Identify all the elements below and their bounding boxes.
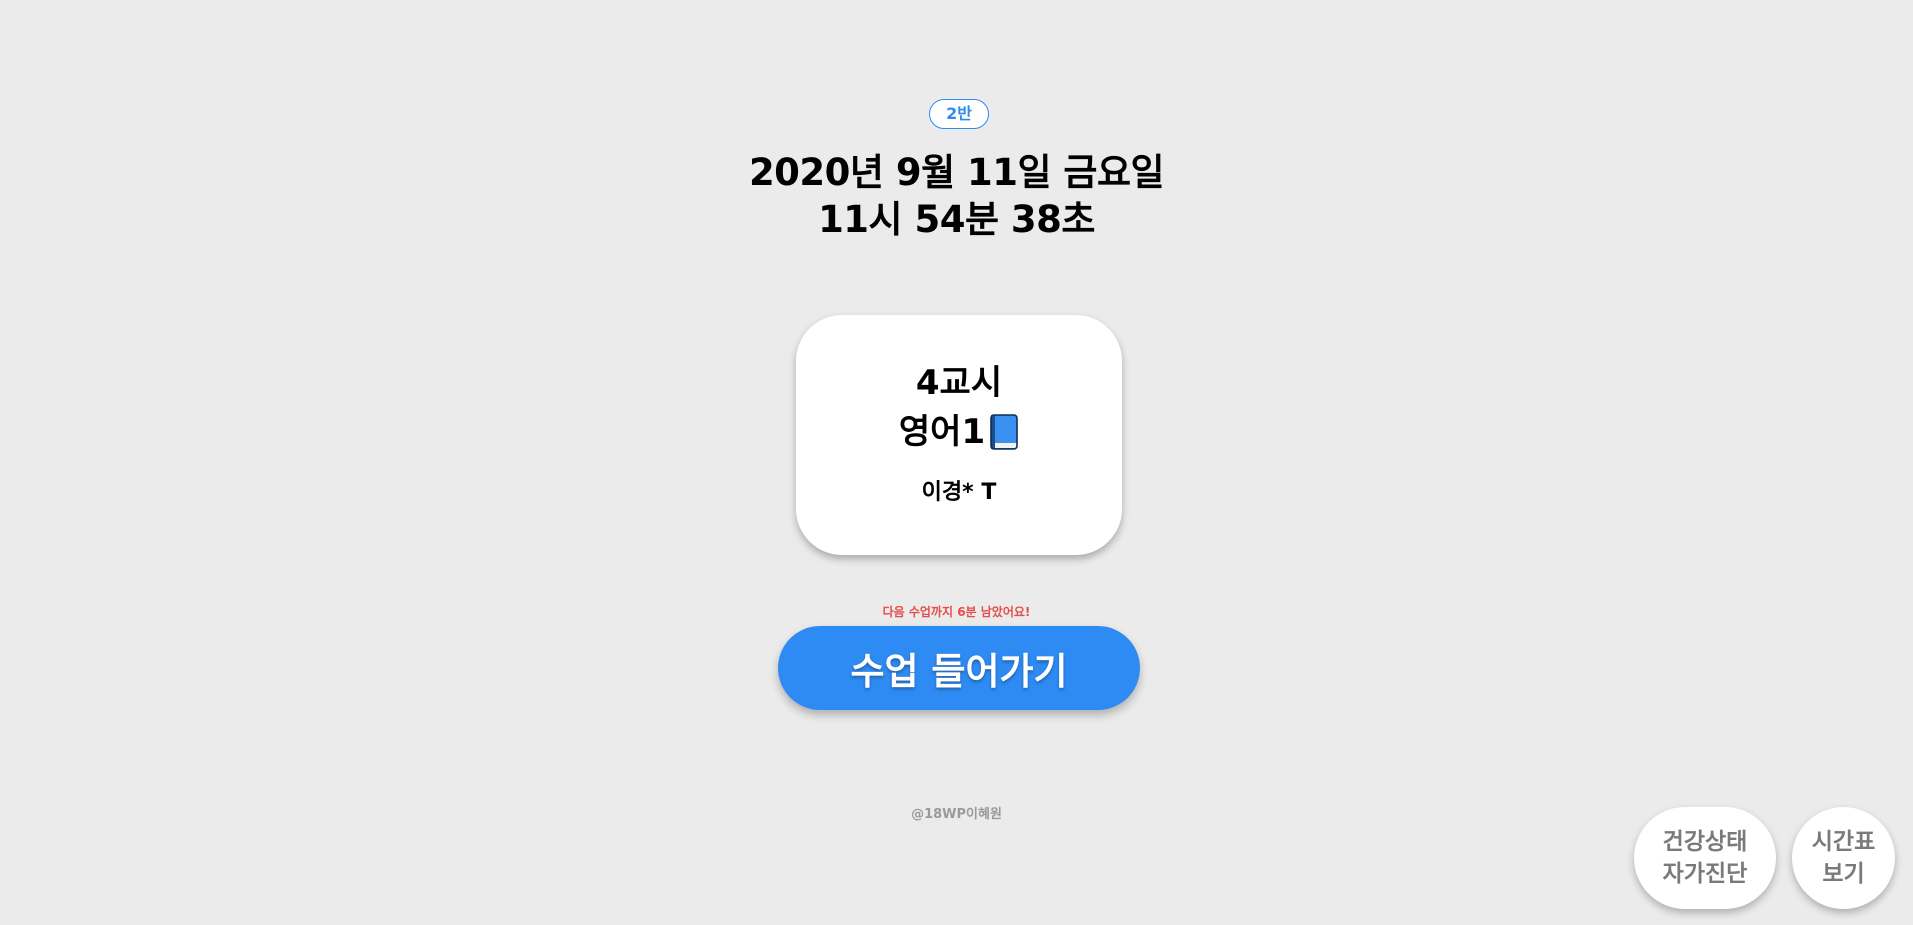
timetable-button-line1: 시간표 <box>1811 829 1876 855</box>
health-self-check-button[interactable]: 건강상태 자가진단 <box>1634 807 1776 909</box>
blue-book-icon <box>989 412 1019 452</box>
time-display: 11시 54분 38초 <box>818 198 1095 241</box>
teacher-name: 이경* T <box>921 480 997 505</box>
health-button-line1: 건강상태 <box>1662 829 1748 855</box>
timetable-button-line2: 보기 <box>1822 861 1865 887</box>
subject-label: 영어1 <box>898 412 986 452</box>
credit-text: @18WP이혜원 <box>911 807 1002 822</box>
current-period-card: 4교시 영어1 이경* T <box>796 315 1122 555</box>
next-class-notice: 다음 수업까지 6분 남았어요! <box>882 605 1031 619</box>
health-button-line2: 자가진단 <box>1662 861 1748 887</box>
date-display: 2020년 9월 11일 금요일 <box>748 151 1165 194</box>
period-label: 4교시 <box>915 363 1003 403</box>
enter-class-button[interactable]: 수업 들어가기 <box>778 626 1140 710</box>
view-timetable-button[interactable]: 시간표 보기 <box>1792 807 1895 909</box>
class-badge: 2반 <box>929 99 989 129</box>
subject-row: 영어1 <box>796 410 1122 454</box>
